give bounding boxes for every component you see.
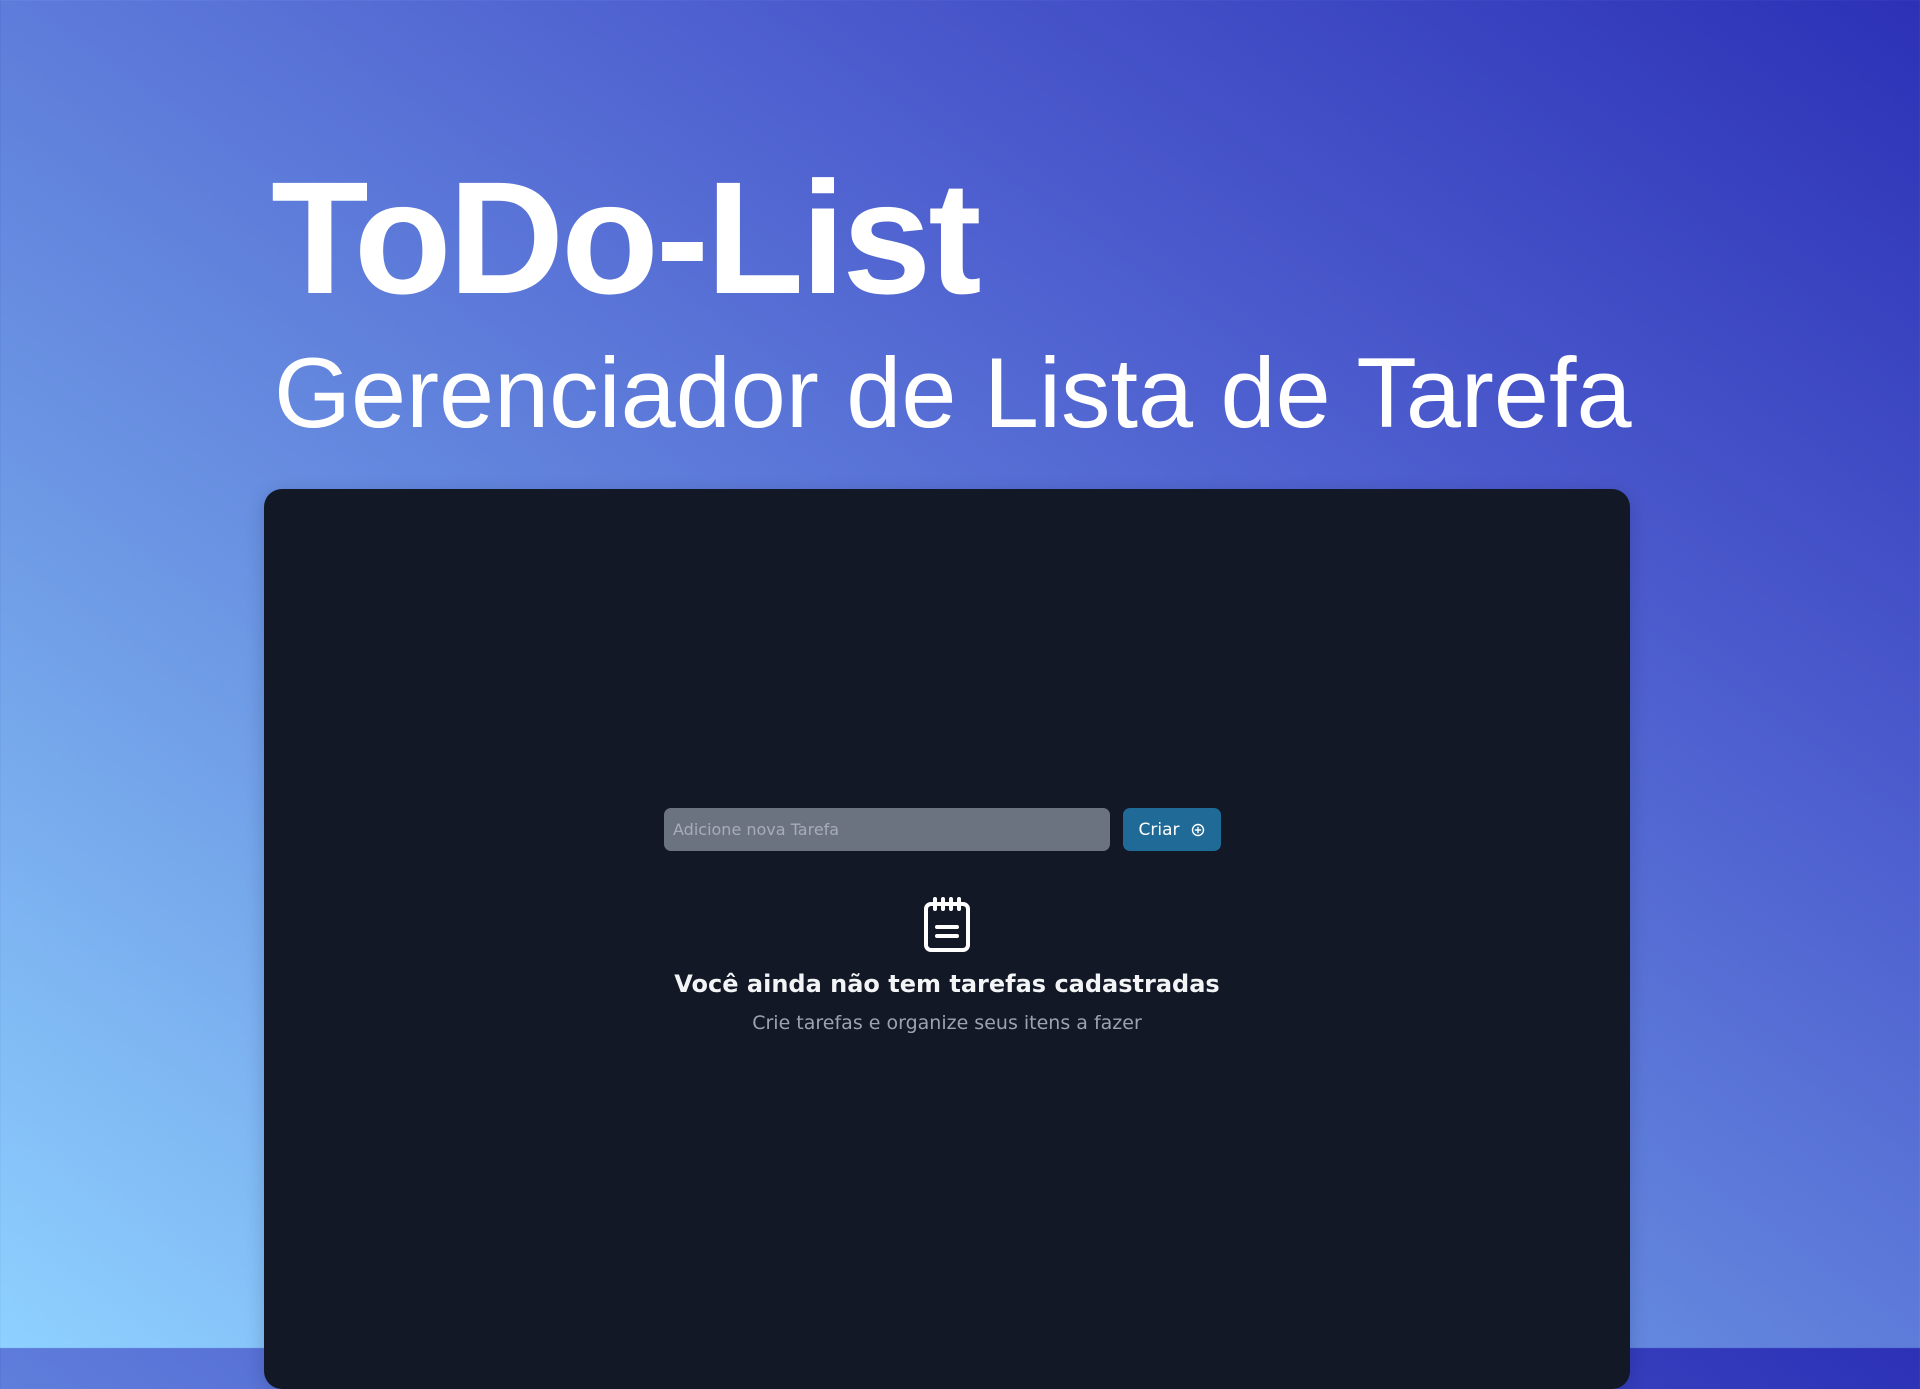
page-title: ToDo-List (271, 148, 982, 327)
empty-state: Você ainda não tem tarefas cadastradas C… (264, 897, 1630, 1035)
page-subtitle: Gerenciador de Lista de Tarefa (274, 337, 1632, 448)
todo-app-panel: Criar Você ainda não tem tarefas (264, 489, 1630, 1389)
empty-state-subtitle: Crie tarefas e organize seus itens a faz… (752, 1012, 1142, 1034)
new-task-form: Criar (664, 808, 1221, 851)
notepad-icon (923, 897, 971, 953)
empty-state-title: Você ainda não tem tarefas cadastradas (674, 970, 1220, 998)
create-button-label: Criar (1138, 819, 1180, 840)
new-task-input[interactable] (664, 808, 1110, 851)
plus-circle-icon (1190, 822, 1206, 838)
create-task-button[interactable]: Criar (1123, 808, 1221, 851)
